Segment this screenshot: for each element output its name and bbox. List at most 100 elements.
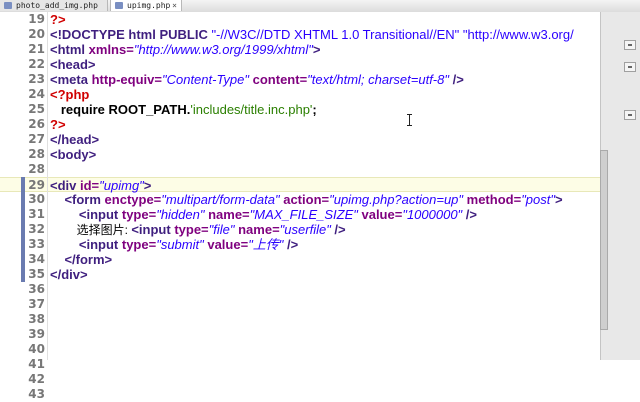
code-token: "1000000": [402, 207, 463, 222]
code-token: <?php: [50, 87, 90, 102]
php-file-icon: [115, 2, 123, 9]
code-token: <input: [50, 237, 122, 252]
code-line[interactable]: 29 <div id="upimg">: [0, 177, 600, 193]
code-line[interactable]: 39: [0, 327, 600, 342]
code-token: <meta: [50, 72, 92, 87]
code-line[interactable]: 24 <?php: [0, 87, 600, 102]
code-text: ?>: [50, 117, 66, 132]
code-line[interactable]: 21 <html xmlns="http://www.w3.org/1999/xh…: [0, 42, 600, 57]
line-number: 28: [28, 147, 45, 161]
code-token: 选择图片:: [50, 223, 132, 237]
code-token: <body>: [50, 147, 97, 162]
code-token: </head>: [50, 132, 100, 147]
code-token: ?>: [50, 117, 66, 132]
code-line[interactable]: 26 ?>: [0, 117, 600, 132]
line-number: 28: [28, 162, 45, 176]
line-number: 41: [28, 357, 45, 371]
code-text: 选择图片: <input type="file" name="userfile"…: [50, 222, 346, 238]
code-text: <head>: [50, 57, 96, 72]
code-text: </div>: [50, 267, 88, 282]
code-token: <form: [50, 192, 105, 207]
line-number: 34: [28, 252, 45, 266]
line-number: 33: [28, 237, 45, 251]
code-token: >: [143, 178, 152, 193]
code-line[interactable]: 22 <head>: [0, 57, 600, 72]
line-number: 21: [28, 42, 45, 56]
code-line[interactable]: 30 <form enctype="multipart/form-data" a…: [0, 192, 600, 207]
code-line[interactable]: 31 <input type="hidden" name="MAX_FILE_S…: [0, 207, 600, 222]
code-token: name=: [234, 222, 280, 237]
code-token: "userfile": [279, 222, 331, 237]
vertical-scrollbar[interactable]: [600, 150, 608, 330]
code-token: >: [555, 192, 563, 207]
code-line[interactable]: 20 <!DOCTYPE html PUBLIC "-//W3C//DTD XHT…: [0, 27, 600, 42]
code-token: "post": [521, 192, 555, 207]
line-number: 23: [28, 72, 45, 86]
code-token: "hidden": [156, 207, 205, 222]
code-token: "-//W3C//DTD XHTML 1.0 Transitional//EN"…: [211, 27, 574, 42]
code-token: value=: [357, 207, 403, 222]
code-line[interactable]: 27 </head>: [0, 132, 600, 147]
code-line[interactable]: 28: [0, 162, 600, 177]
code-line[interactable]: 38: [0, 312, 600, 327]
line-number: 36: [28, 282, 45, 296]
code-editor[interactable]: 19 ?> 20 <!DOCTYPE html PUBLIC "-//W3C//DTD…: [0, 12, 600, 401]
code-text: <html xmlns="http://www.w3.org/1999/xhtm…: [50, 42, 320, 57]
code-token: <input: [50, 207, 122, 222]
code-line[interactable]: 28 <body>: [0, 147, 600, 162]
code-line[interactable]: 35 </div>: [0, 267, 600, 282]
tab-photo-add-img[interactable]: photo_add_img.php: [0, 0, 108, 11]
code-token: type=: [121, 237, 157, 252]
line-number: 27: [28, 132, 45, 146]
line-number: 30: [28, 192, 45, 206]
code-token: "multipart/form-data": [161, 192, 280, 207]
code-line[interactable]: 40: [0, 342, 600, 357]
code-token: >: [312, 42, 321, 57]
line-number: 19: [28, 12, 45, 26]
code-token: "http://www.w3.org/1999/xhtml": [133, 42, 313, 57]
line-number: 42: [28, 372, 45, 386]
line-number: 43: [28, 387, 45, 401]
minimize-view-button[interactable]: [624, 40, 636, 50]
code-token: ?>: [50, 12, 66, 27]
code-line[interactable]: 33 <input type="submit" value="上传" />: [0, 237, 600, 252]
code-token: type=: [121, 207, 157, 222]
code-line[interactable]: 36: [0, 282, 600, 297]
code-text: <!DOCTYPE html PUBLIC "-//W3C//DTD XHTML…: [50, 27, 574, 42]
code-line[interactable]: 32 选择图片: <input type="file" name="userfi…: [0, 222, 600, 237]
code-token: type=: [174, 222, 209, 237]
tab-label: upimg.php: [127, 1, 171, 10]
code-token: xmlns=: [88, 42, 134, 57]
code-token: PUBLIC: [159, 27, 212, 42]
code-token: action=: [279, 192, 330, 207]
code-token: "upimg": [99, 178, 144, 193]
line-number: 29: [28, 178, 45, 192]
code-token: </div>: [50, 267, 88, 282]
code-line[interactable]: 43: [0, 387, 600, 402]
maximize-view-button[interactable]: [624, 62, 636, 72]
code-line[interactable]: 37: [0, 297, 600, 312]
code-token: enctype=: [104, 192, 162, 207]
line-number: 40: [28, 342, 45, 356]
code-line[interactable]: 41: [0, 357, 600, 372]
code-text: </form>: [50, 252, 112, 267]
code-token: ;: [312, 102, 317, 117]
gutter-divider: [47, 12, 48, 360]
close-tab-icon[interactable]: ×: [172, 0, 177, 11]
line-number: 25: [28, 102, 45, 116]
code-line[interactable]: 19 ?>: [0, 12, 600, 27]
code-line[interactable]: 25 require ROOT_PATH.'includes/title.inc…: [0, 102, 600, 117]
tab-label: photo_add_img.php: [16, 1, 98, 10]
code-line[interactable]: 34 </form>: [0, 252, 600, 267]
code-token: "upimg.php?action=up": [329, 192, 464, 207]
tab-upimg[interactable]: upimg.php ×: [110, 0, 182, 11]
code-token: />: [449, 72, 464, 87]
code-line[interactable]: 23 <meta http-equiv="Content-Type" conten…: [0, 72, 600, 87]
code-token: "上传": [248, 237, 284, 252]
code-token: "MAX_FILE_SIZE": [249, 207, 358, 222]
code-token: />: [330, 222, 346, 237]
code-line[interactable]: 42: [0, 372, 600, 387]
line-number: 32: [28, 222, 45, 236]
restore-view-button[interactable]: [624, 110, 636, 120]
code-token: />: [283, 237, 299, 252]
